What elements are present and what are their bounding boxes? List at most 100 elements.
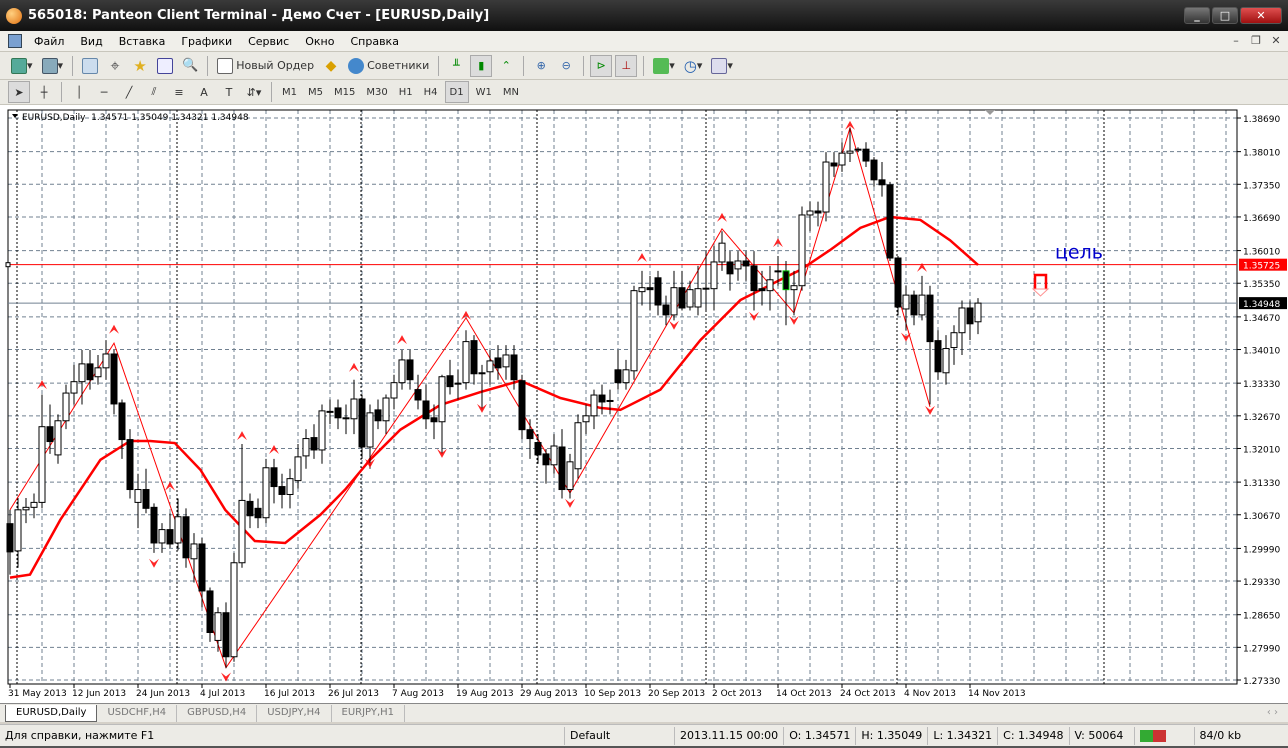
candle-body	[518, 380, 526, 431]
status-traffic: 84/0 kb	[1199, 728, 1242, 742]
menu-window[interactable]: Окно	[297, 35, 342, 48]
cursor-tool[interactable]: ➤	[8, 81, 30, 103]
zoom-in-button[interactable]: ⊕	[530, 55, 552, 77]
tab-usdchf-h4[interactable]: USDCHF,H4	[97, 705, 178, 722]
menu-insert[interactable]: Вставка	[111, 35, 174, 48]
indicators-button[interactable]: ▾	[650, 55, 678, 77]
candle-body	[278, 486, 286, 495]
timeframe-m15[interactable]: M15	[330, 87, 359, 98]
tab-usdjpy-h4[interactable]: USDJPY,H4	[257, 705, 332, 722]
minimize-button[interactable]: _	[1184, 7, 1210, 24]
chart-tabs: EURUSD,Daily USDCHF,H4 GBPUSD,H4 USDJPY,…	[0, 703, 1288, 722]
candle-body	[430, 417, 438, 423]
crosshair-tool[interactable]: ┼	[33, 81, 55, 103]
data-window-button[interactable]: ⌖	[104, 55, 126, 77]
candle-body	[94, 367, 102, 378]
line-chart-button[interactable]: ⌃	[495, 55, 517, 77]
fractal-up-arrow-icon	[269, 444, 279, 454]
timeframe-h1[interactable]: H1	[395, 87, 417, 98]
new-chart-icon	[11, 57, 27, 74]
timeframe-d1[interactable]: D1	[444, 81, 469, 103]
templates-button[interactable]: ▾	[708, 55, 736, 77]
chart-window-icon[interactable]	[8, 34, 22, 48]
y-tick-label: 1.30670	[1243, 512, 1280, 522]
candle-body	[902, 294, 910, 310]
candle-body	[926, 294, 934, 343]
candle-body	[526, 429, 534, 440]
plot-frame	[7, 109, 1238, 685]
x-tick-label: 10 Sep 2013	[584, 689, 641, 699]
chart-shift-button[interactable]: ⊥	[615, 54, 638, 77]
expert-advisors-button[interactable]: Советники	[345, 55, 432, 77]
timeframe-h4[interactable]: H4	[420, 87, 442, 98]
candle-body	[918, 294, 926, 316]
timeframe-w1[interactable]: W1	[472, 87, 496, 98]
price-chart[interactable]: 1.38690 1.38010 1.37350 1.36690 1.36010 1.353…	[0, 105, 1288, 703]
fibonacci-tool[interactable]: ≡	[168, 81, 190, 103]
tab-scroll-arrows[interactable]: ‹ ›	[1267, 707, 1278, 718]
trendline-tool[interactable]: ╱	[118, 81, 140, 103]
new-order-label: Новый Ордер	[236, 59, 315, 72]
timeframe-m30[interactable]: M30	[362, 87, 391, 98]
terminal-button[interactable]	[154, 55, 176, 77]
menu-charts[interactable]: Графики	[173, 35, 240, 48]
candle-body	[166, 529, 174, 545]
candle-body	[582, 415, 590, 423]
new-order-button[interactable]: Новый Ордер	[214, 55, 317, 77]
candle-body	[62, 392, 70, 422]
alert-button[interactable]: ◆	[320, 55, 342, 77]
bar-chart-button[interactable]: ╨	[445, 55, 467, 77]
fractal-down-arrow-icon	[565, 498, 575, 508]
target-price-label: 1.35725	[1243, 262, 1280, 272]
candle-body	[766, 279, 774, 292]
fractal-down-arrow-icon	[221, 672, 231, 682]
y-tick-label: 1.36690	[1243, 214, 1280, 224]
tester-button[interactable]: 🔍	[179, 55, 201, 77]
vertical-line-tool[interactable]: │	[68, 81, 90, 103]
zoom-out-button[interactable]: ⊖	[555, 55, 577, 77]
text-label-tool[interactable]: T	[218, 81, 240, 103]
candle-body	[174, 516, 182, 544]
timeframe-mn[interactable]: MN	[499, 87, 523, 98]
tab-eurjpy-h1[interactable]: EURJPY,H1	[332, 705, 406, 722]
new-chart-button[interactable]: ▾	[8, 55, 36, 77]
profiles-button[interactable]: ▾	[39, 55, 67, 77]
text-tool[interactable]: A	[193, 81, 215, 103]
y-tick-label: 1.35350	[1243, 280, 1280, 290]
menu-file[interactable]: Файл	[26, 35, 72, 48]
x-tick-label: 14 Nov 2013	[968, 689, 1026, 699]
periods-button[interactable]: ◷ ▾	[681, 55, 706, 77]
arrows-tool[interactable]: ⇵▾	[243, 81, 265, 103]
y-tick-label: 1.36010	[1243, 248, 1280, 258]
menu-help[interactable]: Справка	[342, 35, 406, 48]
menu-view[interactable]: Вид	[72, 35, 110, 48]
candle-body	[734, 260, 742, 270]
tab-gbpusd-h4[interactable]: GBPUSD,H4	[177, 705, 258, 722]
navigator-button[interactable]: ★	[129, 55, 151, 77]
fractal-up-arrow-icon	[637, 253, 647, 263]
candlestick-chart-button[interactable]: ▮	[470, 54, 493, 77]
candle-body	[614, 369, 622, 384]
crosshair-icon: ⌖	[110, 55, 120, 75]
auto-scroll-button[interactable]: ⊳	[590, 54, 613, 77]
candle-body	[590, 394, 598, 417]
horizontal-line-tool[interactable]: ─	[93, 81, 115, 103]
close-button[interactable]: ✕	[1240, 7, 1282, 24]
tab-eurusd-daily[interactable]: EURUSD,Daily	[5, 705, 98, 722]
mdi-minimize-button[interactable]: –	[1228, 33, 1244, 49]
candle-body	[534, 442, 542, 456]
timeframe-m5[interactable]: M5	[304, 87, 327, 98]
equidistant-channel-tool[interactable]: ⫽	[143, 81, 165, 103]
candle-body	[302, 438, 310, 457]
mdi-restore-button[interactable]: ❐	[1248, 33, 1264, 49]
menu-tools[interactable]: Сервис	[240, 35, 297, 48]
candle-body	[366, 412, 374, 448]
timeframe-m1[interactable]: M1	[278, 87, 301, 98]
candle-body	[598, 394, 606, 403]
maximize-button[interactable]: □	[1212, 7, 1238, 24]
market-watch-button[interactable]	[79, 55, 101, 77]
chart-window[interactable]: 1.38690 1.38010 1.37350 1.36690 1.36010 1.353…	[0, 105, 1288, 703]
mdi-close-button[interactable]: ✕	[1268, 33, 1284, 49]
fractal-up-arrow-icon	[397, 335, 407, 345]
candle-body	[910, 294, 918, 316]
